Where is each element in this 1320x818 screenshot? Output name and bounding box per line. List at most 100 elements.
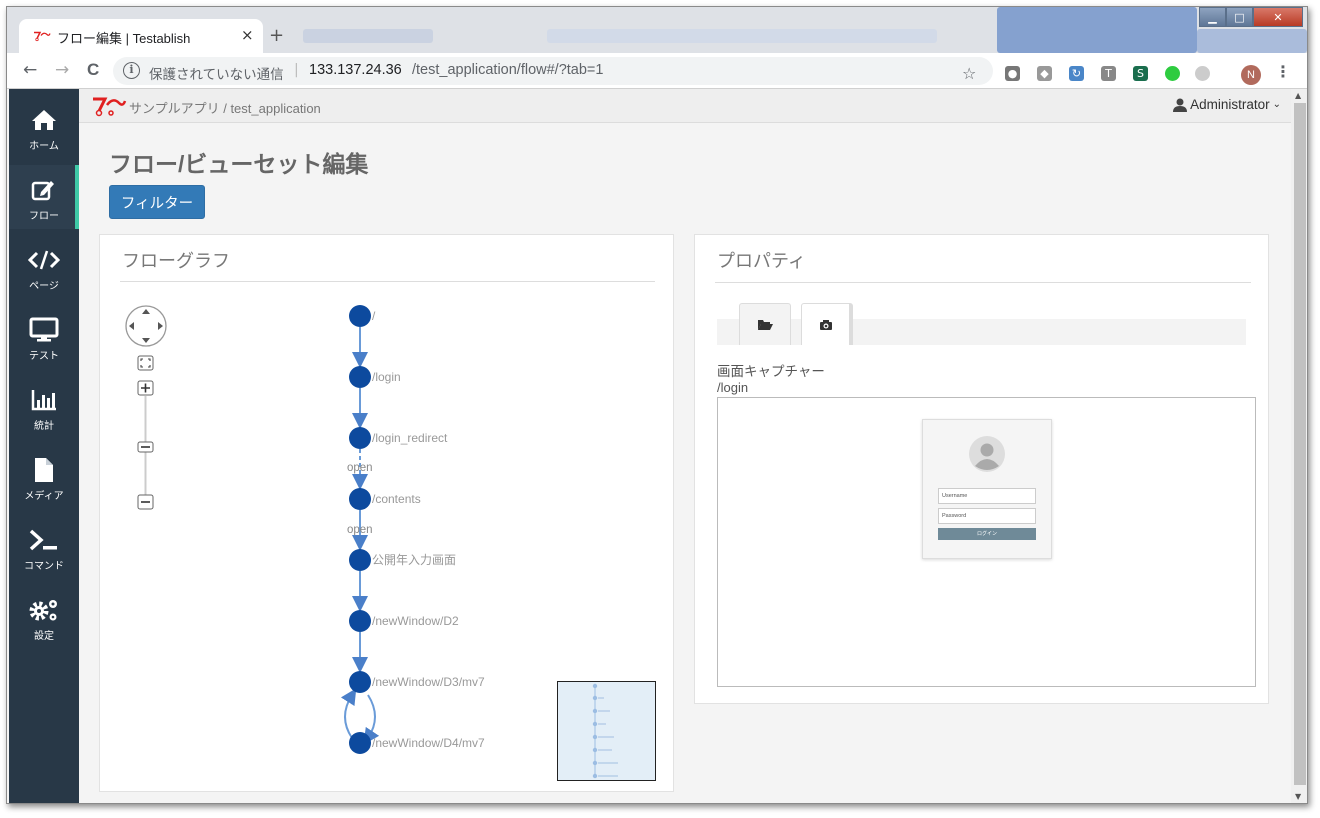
translate-extension-icon[interactable]: T [1101, 66, 1116, 81]
sidebar: ホーム フロー ページ テスト 統計 メディア コマンド 設定 [9, 89, 79, 803]
node-label: /login [372, 370, 401, 384]
background-blur [303, 29, 433, 43]
flow-node[interactable] [349, 671, 371, 693]
sidebar-item-settings[interactable]: 設定 [9, 585, 79, 649]
url-path: /test_application/flow#/?tab=1 [412, 62, 604, 78]
back-button[interactable]: ← [23, 60, 37, 80]
zoom-in-icon[interactable] [137, 380, 154, 396]
sidebar-item-label: フロー [29, 211, 59, 222]
sidebar-item-label: 設定 [34, 631, 54, 642]
address-bar[interactable]: i 保護されていない通信 | 133.137.24.36 /test_appli… [113, 57, 993, 85]
sidebar-item-media[interactable]: メディア [9, 445, 79, 509]
maximize-button[interactable]: □ [1226, 7, 1253, 27]
tab-strip: フロー編集 | Testablish × + ▁ □ ✕ [7, 7, 1307, 53]
login-button: ログイン [938, 528, 1036, 540]
reload-button[interactable]: C [87, 60, 99, 80]
flow-node[interactable] [349, 305, 371, 327]
zoom-out-icon[interactable] [137, 494, 154, 510]
sidebar-item-stats[interactable]: 統計 [9, 375, 79, 439]
tab-screen-capture[interactable] [801, 303, 853, 345]
property-tab-bar [717, 319, 1246, 345]
edge-label: open [347, 524, 373, 536]
zoom-slider-handle[interactable] [137, 441, 154, 453]
sidebar-item-label: コマンド [24, 561, 64, 572]
user-name: Administrator [1190, 97, 1270, 112]
url-host: 133.137.24.36 [309, 62, 402, 78]
sidebar-item-home[interactable]: ホーム [9, 95, 79, 159]
flow-node[interactable] [349, 427, 371, 449]
sidebar-item-page[interactable]: ページ [9, 235, 79, 299]
browser-menu-icon[interactable]: ⋮ [1275, 62, 1291, 81]
screen-capture-preview: Username Password ログイン [717, 397, 1256, 687]
flow-node[interactable] [349, 732, 371, 754]
properties-title: プロパティ [717, 251, 806, 271]
fit-view-icon[interactable] [137, 355, 154, 371]
flow-edge[interactable] [363, 694, 380, 745]
page-title: フロー/ビューセット編集 [109, 151, 369, 177]
browser-tab[interactable]: フロー編集 | Testablish × [19, 19, 263, 53]
app-header: サンプルアプリ / test_application Administrator… [79, 89, 1291, 123]
node-label: / [372, 309, 376, 323]
sidebar-item-flow[interactable]: フロー [9, 165, 79, 229]
gears-icon [9, 597, 79, 623]
camera-extension-icon[interactable]: ● [1005, 66, 1020, 81]
green-extension-icon[interactable] [1165, 66, 1180, 81]
sidebar-item-command[interactable]: コマンド [9, 515, 79, 579]
sidebar-item-label: ホーム [29, 141, 59, 152]
monitor-icon [9, 317, 79, 343]
s-extension-icon[interactable]: S [1133, 66, 1148, 81]
file-icon [9, 457, 79, 483]
pan-control[interactable] [125, 305, 167, 347]
panel-divider [715, 282, 1251, 283]
sidebar-item-label: メディア [24, 491, 64, 502]
user-menu[interactable]: Administrator ⌄ [1173, 97, 1281, 112]
info-icon[interactable]: i [123, 62, 140, 79]
page-scrollbar[interactable]: ▲ ▼ [1291, 89, 1307, 803]
profile-avatar[interactable]: N [1241, 65, 1261, 85]
browser-window: フロー編集 | Testablish × + ▁ □ ✕ ← → C i 保護さ… [6, 6, 1308, 804]
gray-extension-icon[interactable] [1195, 66, 1210, 81]
forward-button[interactable]: → [55, 60, 69, 80]
security-status: 保護されていない通信 [149, 67, 284, 83]
scrollbar-thumb[interactable] [1294, 103, 1306, 785]
node-label: /newWindow/D2 [372, 614, 459, 628]
home-icon [9, 107, 79, 133]
login-password-field: Password [938, 508, 1036, 524]
sidebar-item-test[interactable]: テスト [9, 305, 79, 369]
node-label: /login_redirect [372, 431, 448, 445]
folder-open-icon [758, 319, 773, 330]
puzzle-extension-icon[interactable]: ◆ [1037, 66, 1052, 81]
background-blur [547, 29, 937, 43]
new-tab-button[interactable]: + [269, 25, 284, 46]
minimap-canvas [592, 683, 618, 779]
minimize-button[interactable]: ▁ [1199, 7, 1226, 27]
edge-label: open [347, 462, 373, 474]
sync-extension-icon[interactable]: ↻ [1069, 66, 1084, 81]
breadcrumb[interactable]: サンプルアプリ / test_application [129, 98, 321, 117]
filter-button[interactable]: フィルター [109, 185, 205, 219]
bookmark-star-icon[interactable]: ☆ [962, 64, 976, 83]
node-label: 公開年入力画面 [372, 553, 456, 567]
flow-node[interactable] [349, 488, 371, 510]
terminal-icon [9, 527, 79, 553]
capture-heading: 画面キャプチャー [717, 364, 825, 379]
graph-minimap[interactable] [557, 681, 656, 781]
tab-close-icon[interactable]: × [241, 26, 254, 44]
tab-title: フロー編集 | Testablish [57, 31, 191, 46]
flow-node[interactable] [349, 549, 371, 571]
scroll-up-arrow-icon[interactable]: ▲ [1295, 91, 1301, 100]
capture-path: /login [717, 380, 749, 395]
window-controls: ▁ □ ✕ [1199, 7, 1307, 29]
node-label: /newWindow/D4/mv7 [372, 736, 485, 750]
close-window-button[interactable]: ✕ [1253, 7, 1303, 27]
tab-files[interactable] [739, 303, 791, 345]
flow-node[interactable] [349, 366, 371, 388]
flow-graph-panel: フローグラフ open open / /login /login_redirec… [99, 234, 674, 792]
flow-edge[interactable] [340, 688, 357, 739]
scroll-down-arrow-icon[interactable]: ▼ [1295, 792, 1301, 801]
node-label: /newWindow/D3/mv7 [372, 675, 485, 689]
code-icon [9, 247, 79, 273]
user-icon [1173, 98, 1188, 112]
flow-node[interactable] [349, 610, 371, 632]
url-separator: | [294, 62, 299, 78]
